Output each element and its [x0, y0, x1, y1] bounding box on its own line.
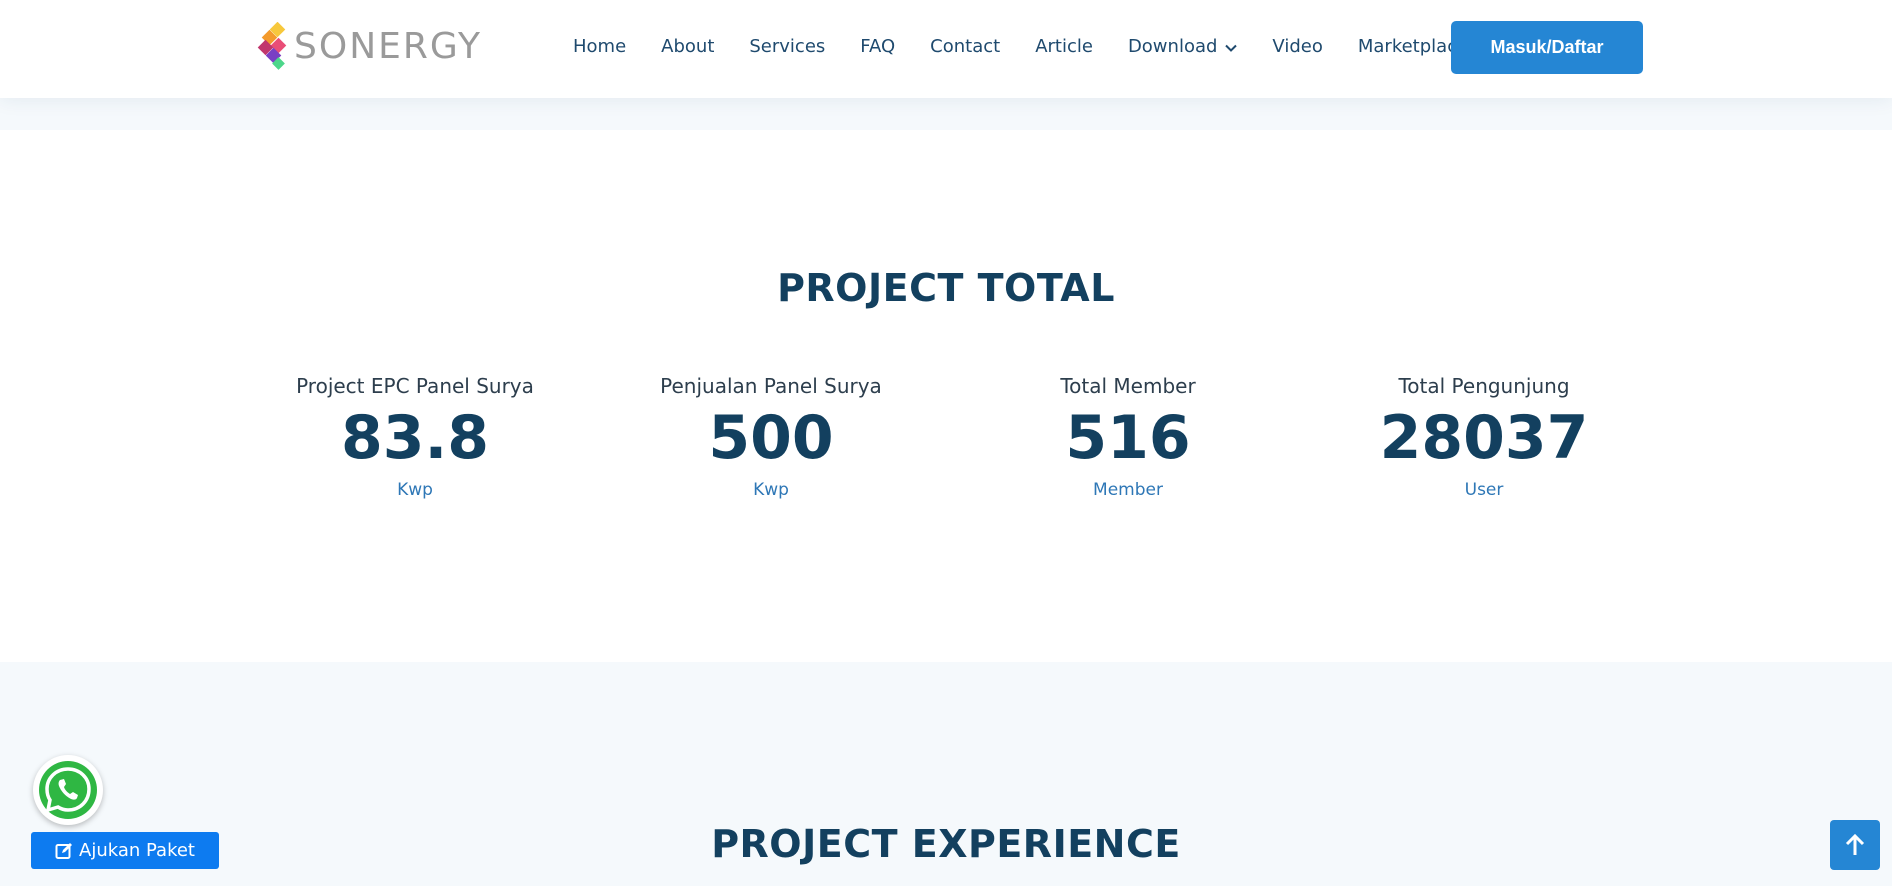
nav-home[interactable]: Home: [573, 36, 626, 57]
stat-label: Total Pengunjung: [1398, 374, 1570, 398]
stat-unit: Member: [1093, 480, 1163, 500]
stat-unit: Kwp: [753, 480, 789, 500]
main-nav: Home About Services FAQ Contact Article …: [573, 0, 1503, 93]
back-to-top-button[interactable]: [1830, 820, 1880, 870]
stat-unit: User: [1464, 480, 1504, 500]
site-header: SONERGY Home About Services FAQ Contact …: [0, 0, 1892, 98]
arrow-up-icon: [1845, 833, 1865, 855]
stat-label: Project EPC Panel Surya: [296, 374, 534, 398]
nav-contact[interactable]: Contact: [930, 36, 1000, 57]
stat-visitors: Total Pengunjung 28037 User: [1304, 374, 1664, 500]
ajukan-paket-button[interactable]: Ajukan Paket: [31, 832, 219, 869]
project-total-title: PROJECT TOTAL: [777, 266, 1115, 310]
nav-home-label: Home: [573, 36, 627, 57]
stat-unit: Kwp: [397, 480, 433, 500]
edit-icon: [55, 842, 72, 859]
nav-download-label: Download: [1127, 36, 1218, 57]
brand-logo[interactable]: SONERGY: [256, 22, 482, 72]
chevron-down-icon: [1225, 36, 1238, 57]
header-band: [0, 98, 1892, 130]
stat-members: Total Member 516 Member: [948, 374, 1308, 500]
nav-video[interactable]: Video: [1272, 36, 1322, 57]
stat-value: 500: [708, 403, 834, 473]
logo-text: SONERGY: [294, 26, 482, 67]
stat-value: 83.8: [340, 403, 490, 473]
nav-faq[interactable]: FAQ: [860, 36, 895, 57]
nav-contact-label: Contact: [930, 36, 1001, 57]
nav-faq-label: FAQ: [860, 36, 896, 57]
nav-video-label: Video: [1272, 36, 1323, 57]
nav-download[interactable]: Download: [1127, 36, 1238, 57]
logo-diamond-icon: [257, 22, 287, 70]
whatsapp-icon: [39, 761, 97, 819]
stat-label: Total Member: [1060, 374, 1196, 398]
nav-article[interactable]: Article: [1035, 36, 1093, 57]
stat-value: 28037: [1379, 403, 1589, 473]
nav-article-label: Article: [1035, 36, 1093, 57]
nav-services-label: Services: [749, 36, 826, 57]
login-register-button[interactable]: Masuk/Daftar: [1451, 21, 1643, 74]
ajukan-paket-label: Ajukan Paket: [79, 840, 195, 861]
stat-value: 516: [1065, 403, 1191, 473]
stat-epc: Project EPC Panel Surya 83.8 Kwp: [235, 374, 595, 500]
stat-sales: Penjualan Panel Surya 500 Kwp: [591, 374, 951, 500]
whatsapp-button[interactable]: [33, 755, 103, 825]
project-experience-title: PROJECT EXPERIENCE: [711, 822, 1181, 866]
nav-about[interactable]: About: [661, 36, 714, 57]
nav-services[interactable]: Services: [749, 36, 825, 57]
nav-about-label: About: [661, 36, 715, 57]
stat-label: Penjualan Panel Surya: [660, 374, 882, 398]
